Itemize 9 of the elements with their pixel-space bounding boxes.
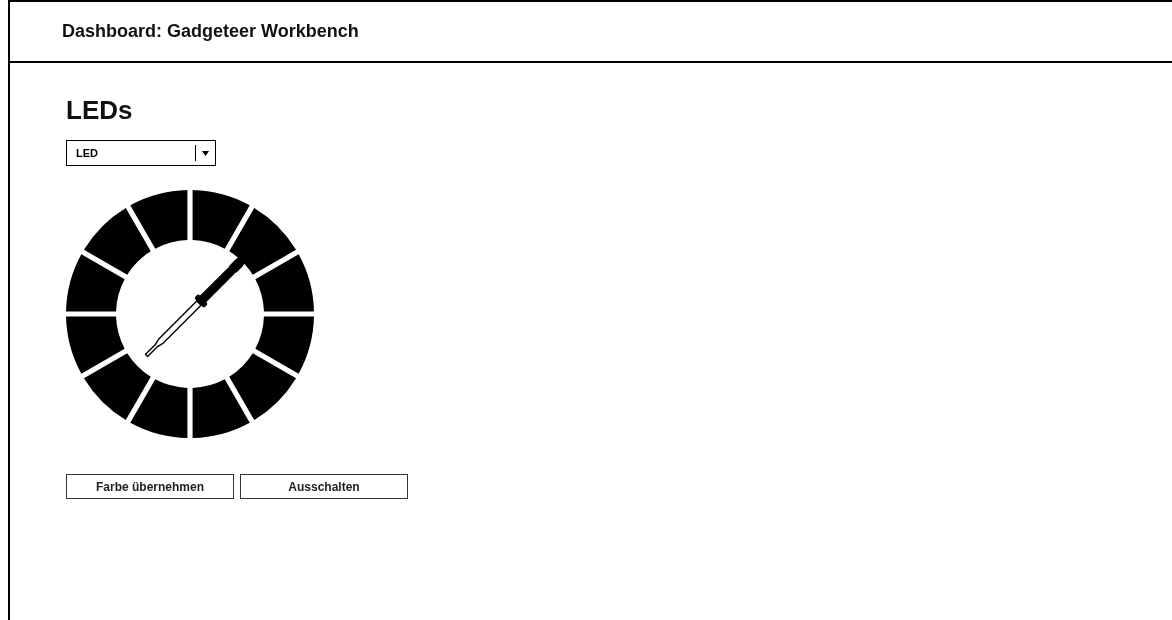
- led-dropdown[interactable]: LED: [66, 140, 216, 166]
- caret-icon: [202, 150, 209, 156]
- action-button[interactable]: Farbe übernehmen: [66, 474, 234, 499]
- eyedropper-icon: [144, 255, 247, 358]
- dropdown-value: LED: [75, 145, 99, 161]
- page-title: Dashboard: Gadgeteer Workbench: [62, 20, 359, 43]
- color-wheel[interactable]: [66, 190, 314, 438]
- section-heading: LEDs: [66, 95, 133, 125]
- action-button[interactable]: Ausschalten: [240, 474, 408, 499]
